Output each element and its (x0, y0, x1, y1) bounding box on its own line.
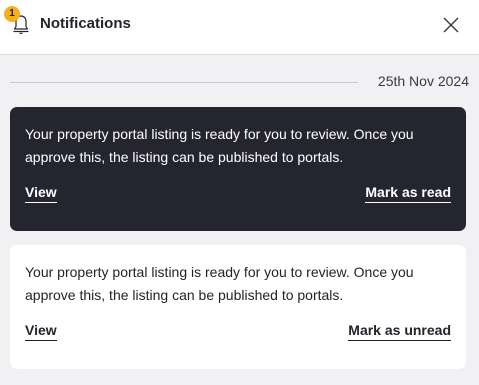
view-link[interactable]: View (25, 184, 57, 203)
divider-line (10, 82, 358, 83)
date-group-divider: 25th Nov 2024 (10, 72, 469, 92)
mark-as-read-link[interactable]: Mark as read (365, 184, 451, 203)
close-button[interactable] (438, 12, 464, 38)
unread-count-badge: 1 (4, 6, 20, 22)
notification-message: Your property portal listing is ready fo… (25, 126, 414, 165)
notifications-header: 1 Notifications (0, 0, 479, 55)
mark-as-unread-link[interactable]: Mark as unread (348, 322, 451, 341)
notification-bell[interactable]: 1 (4, 6, 34, 38)
view-link[interactable]: View (25, 322, 57, 341)
notification-card-read: Your property portal listing is ready fo… (10, 245, 466, 369)
close-icon (443, 17, 459, 33)
notification-actions: View Mark as unread (25, 322, 451, 342)
date-group-label: 25th Nov 2024 (377, 73, 469, 89)
notification-card-unread: Your property portal listing is ready fo… (10, 107, 466, 231)
notification-actions: View Mark as read (25, 184, 451, 204)
page-title: Notifications (40, 15, 131, 32)
notification-message: Your property portal listing is ready fo… (25, 264, 414, 303)
